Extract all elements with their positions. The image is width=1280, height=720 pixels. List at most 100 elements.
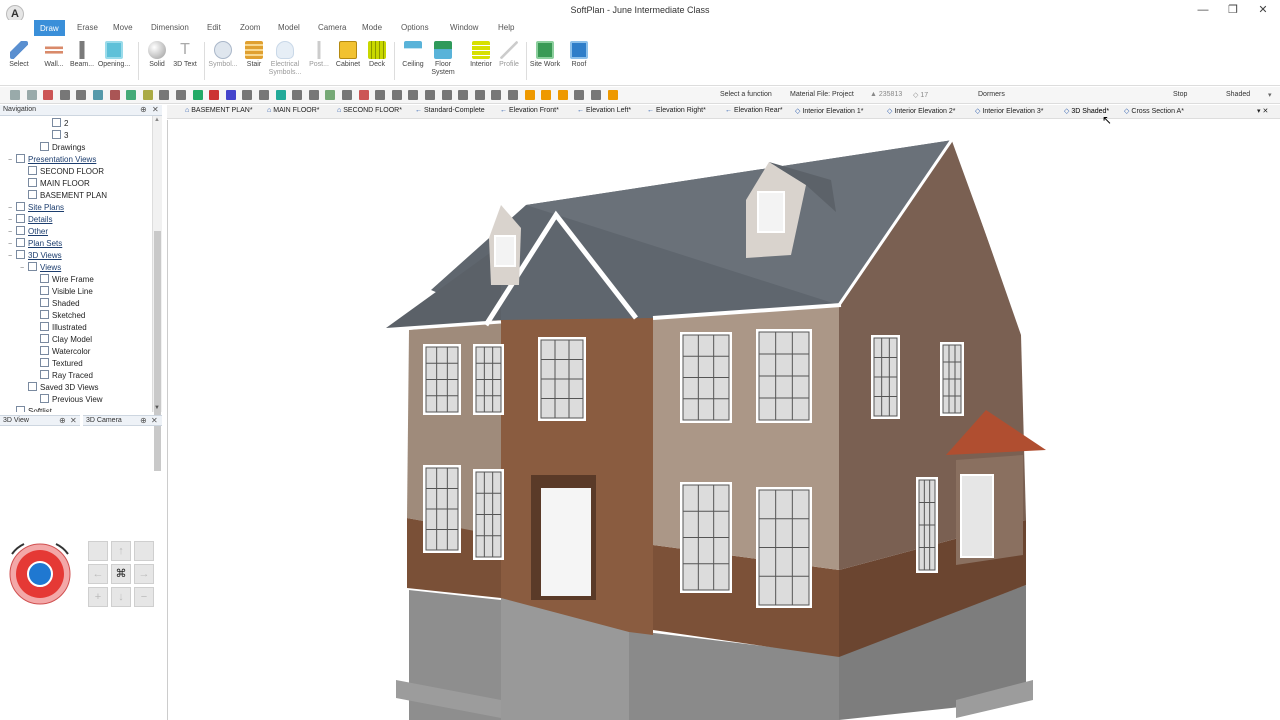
close-button[interactable]: ✕ [1248,2,1278,18]
toolbar-tool-icon[interactable] [342,90,352,100]
toolbar-tool-icon[interactable] [292,90,303,100]
toolbar-tool-icon[interactable] [225,90,236,100]
3d-viewport[interactable] [167,120,1280,720]
tree-item[interactable]: − Presentation Views [8,154,96,166]
toolbar-tool-icon[interactable] [26,90,37,100]
camera-zoom-in-button[interactable]: + [88,587,108,607]
tree-item[interactable]: Illustrated [32,322,87,334]
floor-system-button[interactable]: Floor System [426,40,460,84]
view-tab[interactable]: ← Elevation Front* [500,107,559,114]
dormers-label[interactable]: Dormers [978,91,1005,98]
site-work-button[interactable]: Site Work [528,40,562,84]
tree-item[interactable]: BASEMENT PLAN [20,190,107,202]
tree-item[interactable]: − Details [8,214,52,226]
menu-dimension[interactable]: Dimension [151,23,189,32]
tree-item[interactable]: Softlist [8,406,52,412]
binoculars-icon[interactable]: ⌘ [111,564,131,584]
toolbar-tool-icon[interactable] [541,90,552,100]
close-icon[interactable]: ✕ [151,416,158,425]
tree-item[interactable]: Clay Model [32,334,92,346]
tree-item[interactable]: Previous View [32,394,103,406]
tree-item[interactable]: 3 [44,130,68,142]
toolbar-tool-icon[interactable] [59,90,70,100]
toolbar-tool-icon[interactable] [607,90,618,100]
toolbar-tool-icon[interactable] [524,90,535,100]
tree-item[interactable]: − Plan Sets [8,238,62,250]
toolbar-tool-icon[interactable] [325,90,336,100]
select-button[interactable]: Select [2,40,36,84]
camera-up-button[interactable]: ↑ [111,541,131,561]
toolbar-tool-icon[interactable] [557,90,568,100]
toolbar-tool-icon[interactable] [491,90,502,100]
toolbar-tool-icon[interactable] [159,90,170,100]
chevron-down-icon[interactable]: ▾ [1268,91,1272,99]
tree-item[interactable]: Shaded [32,298,80,310]
view-tab[interactable]: ◇ Interior Elevation 1* [795,107,863,115]
menu-move[interactable]: Move [113,23,133,32]
pin-icon[interactable]: ⊕ [59,416,66,425]
menu-erase[interactable]: Erase [77,23,98,32]
tree-item[interactable]: − Other [8,226,48,238]
pin-icon[interactable]: ⊕ [140,416,147,425]
3d-text-button[interactable]: T 3D Text [168,40,202,84]
view-tab[interactable]: ◇ Cross Section A* [1124,107,1184,115]
toolbar-tool-icon[interactable] [508,90,518,100]
tree-item[interactable]: Visible Line [32,286,93,298]
tree-expander-icon[interactable]: − [8,217,15,224]
close-icon[interactable]: ✕ [152,105,159,114]
toolbar-tool-icon[interactable] [76,90,87,100]
tree-item[interactable]: Textured [32,358,83,370]
toolbar-tool-icon[interactable] [176,90,186,100]
menu-zoom[interactable]: Zoom [240,23,260,32]
menu-mode[interactable]: Mode [362,23,382,32]
tree-item[interactable]: Watercolor [32,346,90,358]
symbol-button[interactable]: Symbol... [206,40,240,84]
opening-button[interactable]: Opening... [97,40,131,84]
camera-left-button[interactable]: ← [88,564,108,584]
tree-item[interactable]: Wire Frame [32,274,94,286]
camera-blank-button[interactable] [134,541,154,561]
view-tab[interactable]: ⌂ MAIN FLOOR* [267,107,320,114]
view-tab[interactable]: ⌂ BASEMENT PLAN* [185,107,253,114]
view-tab[interactable]: ← Elevation Rear* [725,107,783,114]
navigation-wheel-center[interactable] [27,561,53,587]
tree-item[interactable]: Saved 3D Views [20,382,99,394]
stair-button[interactable]: Stair [237,40,271,84]
toolbar-tool-icon[interactable] [308,90,319,100]
toolbar-tool-icon[interactable] [142,90,153,100]
toolbar-tool-icon[interactable] [259,90,269,100]
tree-expander-icon[interactable]: − [20,265,27,272]
toolbar-tool-icon[interactable] [375,90,386,100]
toolbar-tool-icon[interactable] [425,90,435,100]
tree-item[interactable]: MAIN FLOOR [20,178,90,190]
toolbar-tool-icon[interactable] [441,90,452,100]
material-file-label[interactable]: Material File: Project [790,91,854,98]
deck-button[interactable]: Deck [360,40,394,84]
tree-expander-icon[interactable]: − [8,253,15,260]
view-tab[interactable]: ⌂ SECOND FLOOR* [337,107,402,114]
view-tab[interactable]: ← Standard-Complete [415,107,485,114]
toolbar-tool-icon[interactable] [458,90,469,100]
tree-expander-icon[interactable]: − [8,205,15,212]
menu-model[interactable]: Model [278,23,300,32]
tree-expander-icon[interactable]: − [8,157,15,164]
tree-item[interactable]: − 3D Views [8,250,62,262]
tree-item[interactable]: Drawings [32,142,85,154]
toolbar-tool-icon[interactable] [275,90,286,100]
electrical-symbols-button[interactable]: Electrical Symbols... [268,40,302,84]
navigation-wheel[interactable] [6,540,74,608]
restore-button[interactable]: ❐ [1218,2,1248,18]
camera-right-button[interactable]: → [134,564,154,584]
ceiling-button[interactable]: Ceiling [396,40,430,84]
toolbar-tool-icon[interactable] [43,90,54,100]
menu-help[interactable]: Help [498,23,514,32]
menu-options[interactable]: Options [401,23,429,32]
menu-draw[interactable]: Draw [34,20,65,36]
toolbar-tool-icon[interactable] [109,90,120,100]
toolbar-tool-icon[interactable] [10,90,20,100]
toolbar-tool-icon[interactable] [209,90,220,100]
tab-overflow-icon[interactable]: ▾ ✕ [1257,107,1268,115]
toolbar-tool-icon[interactable] [358,90,369,100]
toolbar-tool-icon[interactable] [574,90,585,100]
camera-zoom-out-button[interactable]: − [134,587,154,607]
